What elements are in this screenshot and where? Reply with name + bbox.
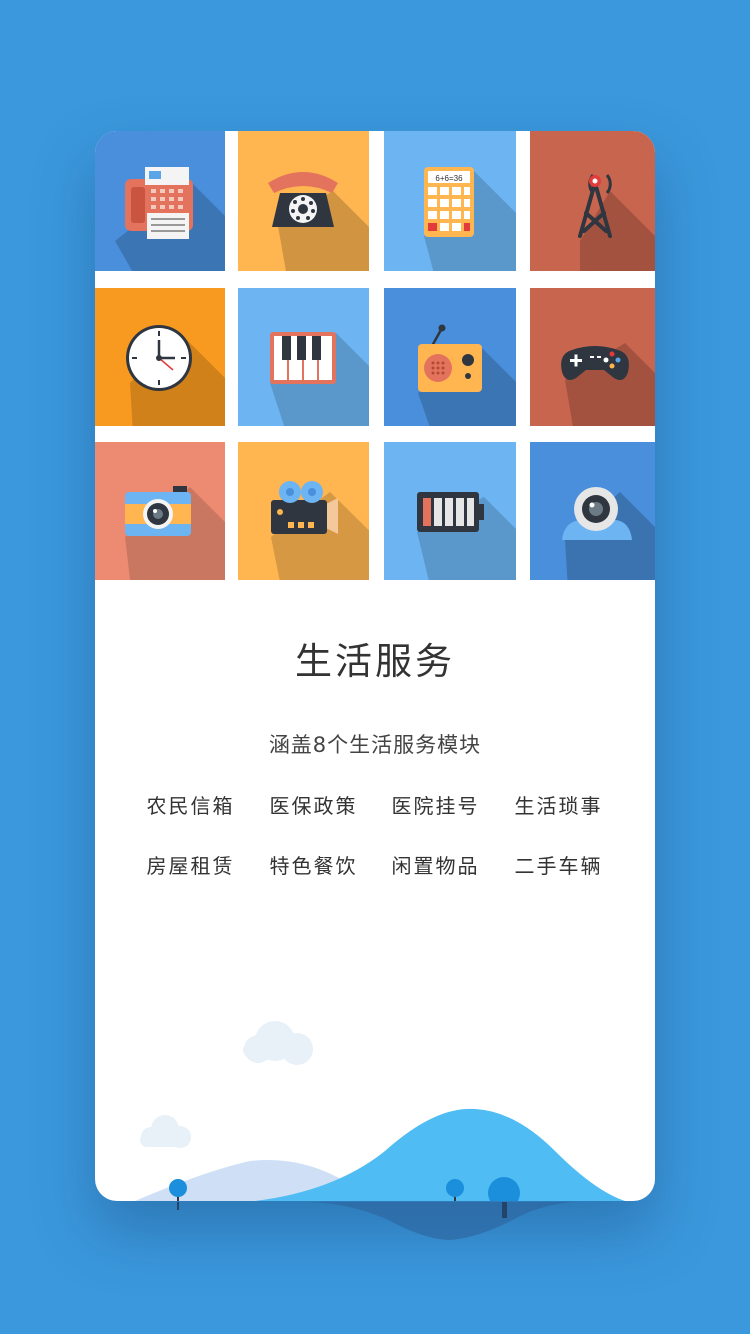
page-subtitle: 涵盖8个生活服务模块 xyxy=(268,733,482,757)
tile-calculator: 6+6=36 xyxy=(384,131,516,271)
projector-icon xyxy=(271,481,369,580)
module-label-used-cars: 二手车辆 xyxy=(514,854,603,878)
telephone-icon xyxy=(268,172,369,271)
tile-battery xyxy=(384,442,516,580)
piano-icon xyxy=(270,332,369,426)
webcam-icon xyxy=(562,487,655,580)
page-title: 生活服务 xyxy=(295,640,455,683)
module-label-hospital-registration: 医院挂号 xyxy=(391,794,480,818)
module-label-daily-affairs: 生活琐事 xyxy=(514,794,603,818)
module-label-idle-items: 闲置物品 xyxy=(391,854,480,878)
tile-projector xyxy=(238,442,369,580)
tile-radio xyxy=(384,288,516,426)
gamepad-icon xyxy=(561,343,655,426)
cloud-icon xyxy=(140,1115,191,1148)
fax-icon xyxy=(115,167,225,271)
tile-fax xyxy=(95,131,225,271)
battery-icon xyxy=(417,492,516,580)
tile-webcam xyxy=(530,442,655,580)
tile-telephone xyxy=(238,131,369,271)
landscape-reflection xyxy=(177,1202,575,1240)
signal-tower-icon xyxy=(578,174,655,271)
calculator-display-text: 6+6=36 xyxy=(435,174,463,183)
intro-card: 6+6=36 生活服务 涵盖8个生活服务模块 农民信箱 医保政策 医院挂号 生活… xyxy=(95,131,655,1201)
module-label-local-food: 特色餐饮 xyxy=(269,854,358,878)
tile-clock xyxy=(95,288,225,426)
tile-signal-tower xyxy=(530,131,655,271)
module-label-house-rental: 房屋租赁 xyxy=(146,854,235,878)
landscape-illustration xyxy=(135,1021,625,1201)
clock-icon xyxy=(126,325,225,426)
calculator-icon: 6+6=36 xyxy=(424,167,516,271)
module-label-farmer-mailbox: 农民信箱 xyxy=(146,794,235,818)
module-label-medical-insurance: 医保政策 xyxy=(269,794,358,818)
tile-piano xyxy=(238,288,369,426)
radio-icon xyxy=(418,324,516,426)
camera-icon xyxy=(125,486,225,580)
cloud-icon xyxy=(243,1021,313,1065)
tile-gamepad xyxy=(530,288,655,426)
tile-camera xyxy=(95,442,225,580)
